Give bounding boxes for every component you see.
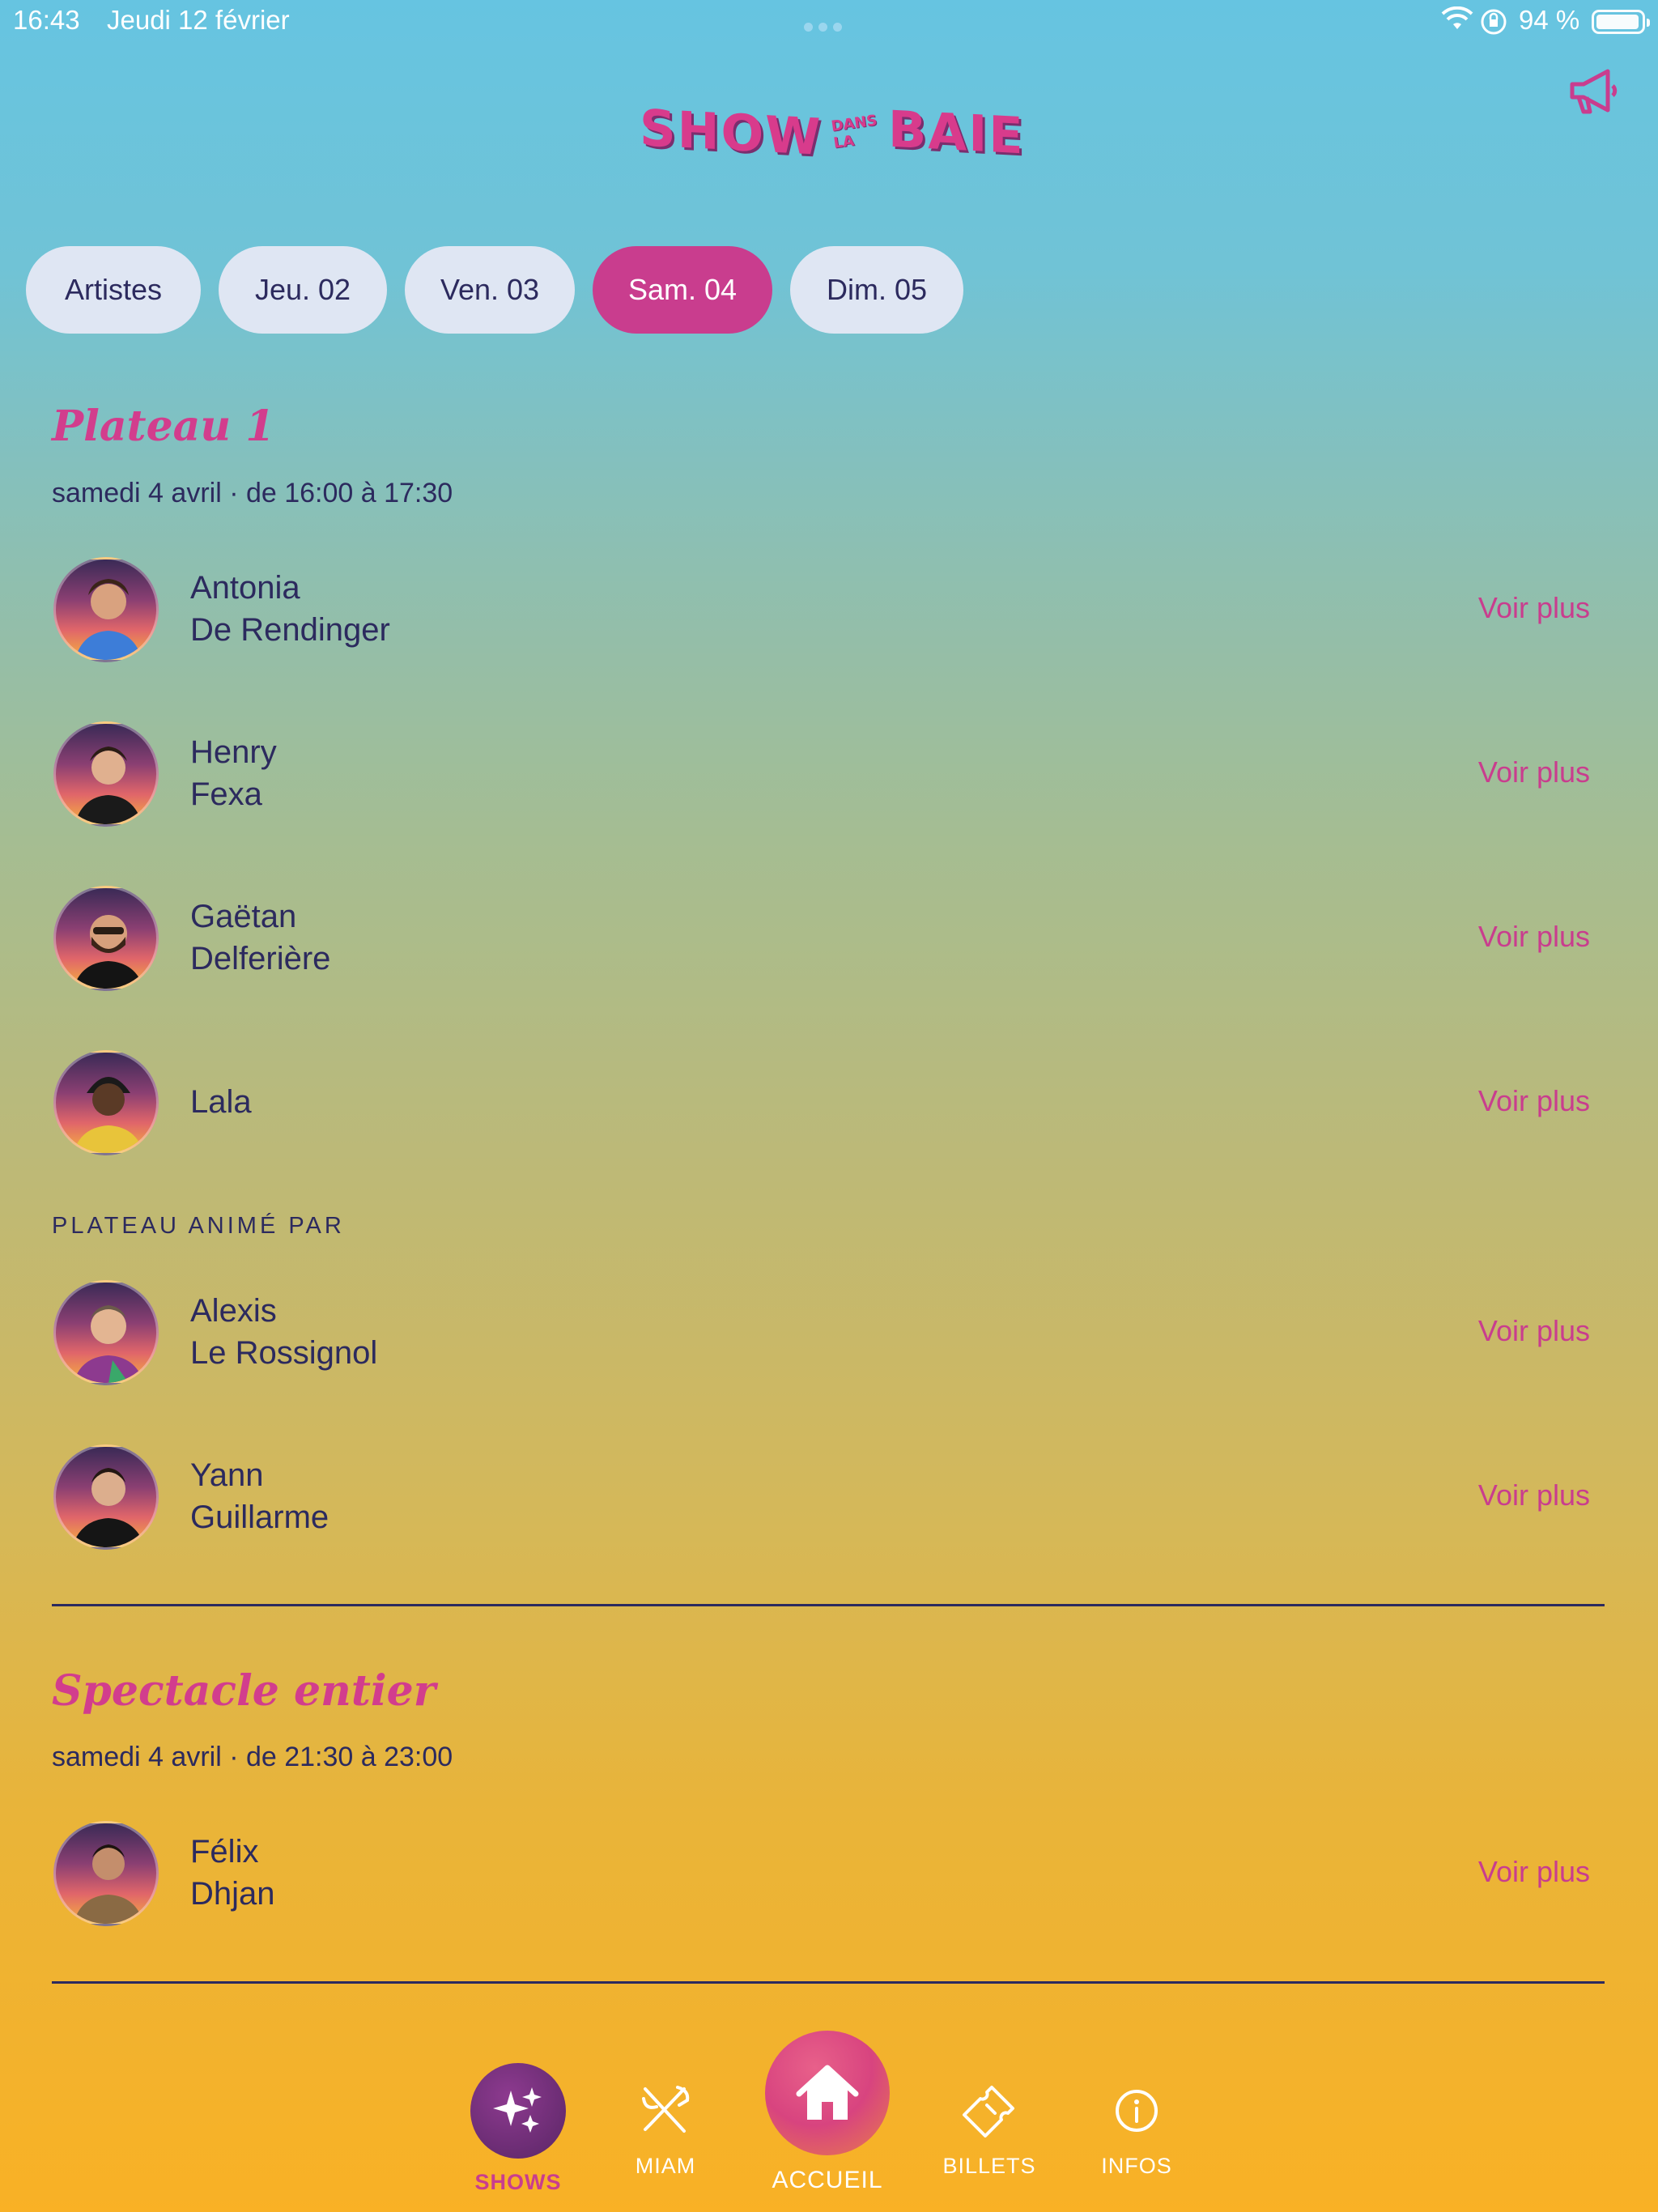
artist-first-name: Yann [190,1457,264,1493]
artist-row[interactable]: Antonia De Rendinger Voir plus [52,557,1590,666]
avatar [53,721,159,827]
voir-plus-link[interactable]: Voir plus [1478,1314,1590,1348]
status-time: 16:43 [13,5,80,35]
artist-row[interactable]: Alexis Le Rossignol Voir plus [52,1280,1590,1389]
voir-plus-link[interactable]: Voir plus [1478,591,1590,625]
orientation-lock-icon [1481,9,1507,35]
nav-shows-label: SHOWS [474,2170,562,2194]
home-icon [765,2031,890,2155]
sparkles-icon [470,2063,566,2159]
tab-dim-05[interactable]: Dim. 05 [790,246,963,334]
tab-jeu-02[interactable]: Jeu. 02 [219,246,387,334]
artist-first-name: Henry [190,734,277,770]
section-schedule: samedi 4 avril · de 21:30 à 23:00 [52,1742,453,1772]
artist-first-name: Félix [190,1834,259,1870]
voir-plus-link[interactable]: Voir plus [1478,1855,1590,1889]
wifi-icon [1441,6,1473,29]
artist-first-name: Alexis [190,1293,277,1329]
nav-accueil-label: ACCUEIL [772,2167,883,2193]
nav-shows[interactable]: SHOWS [453,2063,583,2195]
day-tabs: Artistes Jeu. 02 Ven. 03 Sam. 04 Dim. 05 [26,246,981,334]
fork-knife-icon [642,2086,690,2133]
avatar [53,1444,159,1550]
nav-billets[interactable]: BILLETS [925,2081,1054,2179]
nav-infos-label: INFOS [1101,2154,1172,2178]
section-title-spectacle: Spectacle entier [52,1666,436,1716]
tab-sam-04[interactable]: Sam. 04 [593,246,772,334]
artist-last-name: De Rendinger [190,612,390,648]
voir-plus-link[interactable]: Voir plus [1478,1478,1590,1512]
avatar [53,1280,159,1385]
avatar [53,886,159,991]
section-schedule: samedi 4 avril · de 16:00 à 17:30 [52,478,453,508]
section-title-plateau-1: Plateau 1 [52,402,275,451]
nav-accueil[interactable]: ACCUEIL [755,2031,900,2194]
tab-artistes[interactable]: Artistes [26,246,201,334]
avatar [53,1821,159,1926]
host-section-label: PLATEAU ANIMÉ PAR [52,1213,345,1239]
status-bar: 16:43 Jeudi 12 février 94 % [0,0,1658,44]
artist-last-name: Fexa [190,776,262,812]
tab-ven-03[interactable]: Ven. 03 [405,246,575,334]
status-date: Jeudi 12 février [107,5,290,35]
battery-icon [1592,10,1650,34]
voir-plus-link[interactable]: Voir plus [1478,920,1590,954]
voir-plus-link[interactable]: Voir plus [1478,1084,1590,1118]
nav-miam[interactable]: MIAM [601,2081,730,2179]
artist-first-name: Gaëtan [190,899,297,934]
ticket-icon [963,2086,1014,2138]
avatar [53,1050,159,1155]
section-divider [52,1604,1605,1606]
section-divider [52,1981,1605,1984]
artist-row[interactable]: Yann Guillarme Voir plus [52,1444,1590,1553]
info-icon [1116,2090,1158,2132]
artist-last-name: Guillarme [190,1499,329,1535]
artist-first-name: Antonia [190,570,300,606]
artist-last-name: Delferière [190,941,331,976]
artist-last-name: Dhjan [190,1876,275,1912]
artist-last-name: Le Rossignol [190,1335,378,1371]
artist-row[interactable]: Gaëtan Delferière Voir plus [52,886,1590,994]
nav-infos[interactable]: INFOS [1072,2081,1201,2179]
battery-percentage: 94 % [1519,5,1580,35]
artist-row[interactable]: Félix Dhjan Voir plus [52,1821,1590,1929]
avatar [53,557,159,662]
artist-row[interactable]: Henry Fexa Voir plus [52,721,1590,830]
artist-first-name: Lala [190,1084,252,1120]
app-logo: SHOW DANS LA BAIE [640,97,1025,167]
artist-row[interactable]: Lala Voir plus [52,1050,1590,1159]
nav-billets-label: BILLETS [942,2154,1036,2178]
megaphone-icon[interactable] [1566,63,1622,120]
nav-miam-label: MIAM [635,2154,696,2178]
multitasking-dots-icon[interactable] [804,19,852,32]
voir-plus-link[interactable]: Voir plus [1478,755,1590,789]
